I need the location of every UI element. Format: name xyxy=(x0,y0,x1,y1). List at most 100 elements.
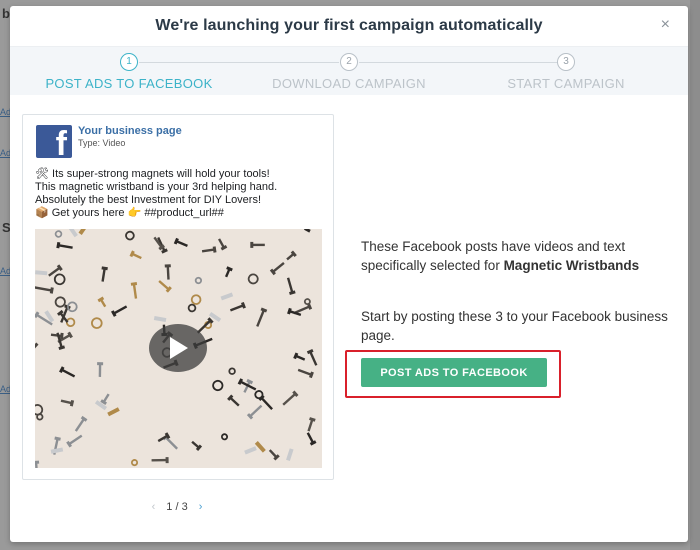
hardware-piece xyxy=(54,296,66,308)
step-label: POST ADS TO FACEBOOK xyxy=(45,76,213,91)
hardware-piece xyxy=(125,230,135,241)
hardware-piece xyxy=(157,432,171,443)
hardware-piece xyxy=(74,415,88,432)
prev-arrow-icon[interactable]: ‹ xyxy=(144,501,164,513)
step-label: START CAMPAIGN xyxy=(507,76,625,91)
hardware-piece xyxy=(130,282,138,299)
post-pager: ‹ 1 / 3 › xyxy=(22,501,332,513)
product-name: Magnetic Wristbands xyxy=(503,258,640,273)
post-ads-button[interactable]: POST ADS TO FACEBOOK xyxy=(361,358,547,387)
description-text: These Facebook posts have videos and tex… xyxy=(361,237,676,275)
hardware-piece xyxy=(246,404,263,420)
hardware-piece xyxy=(66,434,83,448)
hardware-piece xyxy=(129,250,142,260)
page-indicator: 1 / 3 xyxy=(166,501,188,513)
page-name[interactable]: Your business page xyxy=(78,125,182,137)
hardware-piece xyxy=(282,390,299,406)
hardware-piece xyxy=(35,286,54,294)
hardware-piece xyxy=(36,413,44,421)
hardware-piece xyxy=(224,266,233,278)
hardware-piece xyxy=(212,379,224,392)
hardware-piece xyxy=(158,280,172,293)
hardware-piece xyxy=(35,460,40,468)
step-number: 1 xyxy=(120,53,138,71)
hardware-piece xyxy=(153,316,167,323)
modal-title: We're launching your first campaign auto… xyxy=(155,17,543,34)
hardware-piece xyxy=(287,307,302,317)
facebook-post-preview: f Your business page Type: Video 🛠 Its s… xyxy=(22,114,334,480)
step-post-ads: 1 POST ADS TO FACEBOOK xyxy=(19,53,239,91)
hardware-piece xyxy=(173,237,188,248)
hardware-piece xyxy=(191,440,203,451)
campaign-modal: We're launching your first campaign auto… xyxy=(10,6,688,542)
hardware-piece xyxy=(250,241,265,248)
hardware-piece xyxy=(54,230,63,238)
close-icon[interactable]: × xyxy=(661,17,670,33)
hardware-piece xyxy=(130,459,139,467)
instruction-text: Start by posting these 3 to your Faceboo… xyxy=(361,309,668,343)
hardware-piece xyxy=(78,229,89,235)
step-label: DOWNLOAD CAMPAIGN xyxy=(272,76,426,91)
hardware-piece xyxy=(35,270,48,276)
hardware-piece xyxy=(304,229,318,233)
hardware-piece xyxy=(256,307,268,327)
play-icon xyxy=(170,337,188,359)
hardware-piece xyxy=(151,457,169,464)
background-right-edge xyxy=(690,0,700,550)
hardware-piece xyxy=(306,432,317,446)
hardware-piece xyxy=(286,277,296,295)
step-number: 3 xyxy=(557,53,575,71)
hardware-piece xyxy=(286,250,297,261)
hardware-piece xyxy=(269,262,285,276)
hardware-piece xyxy=(66,301,78,313)
hardware-piece xyxy=(221,433,228,441)
step-start-campaign: 3 START CAMPAIGN xyxy=(456,53,676,91)
hardware-piece xyxy=(244,446,257,455)
facebook-logo-icon: f xyxy=(36,125,72,158)
hardware-piece xyxy=(268,449,280,461)
hardware-piece xyxy=(91,317,103,329)
hardware-piece xyxy=(228,367,236,375)
video-thumbnail[interactable] xyxy=(35,229,322,468)
post-text: 🛠 Its super-strong magnets will hold you… xyxy=(35,168,327,220)
hardware-piece xyxy=(107,407,120,417)
background-letter: b xyxy=(2,6,10,21)
modal-header: We're launching your first campaign auto… xyxy=(10,6,688,47)
hardware-piece xyxy=(67,229,78,238)
hardware-piece xyxy=(110,305,128,317)
hardware-piece xyxy=(220,292,234,301)
hardware-piece xyxy=(286,448,294,461)
hardware-piece xyxy=(50,447,64,454)
post-text-line: 🛠 Its super-strong magnets will hold you… xyxy=(35,168,270,180)
hardware-piece xyxy=(201,246,217,253)
play-button[interactable] xyxy=(149,324,207,372)
next-arrow-icon[interactable]: › xyxy=(191,501,211,513)
hardware-piece xyxy=(101,266,108,282)
hardware-piece xyxy=(164,264,171,280)
post-type: Type: Video xyxy=(78,138,126,148)
hardware-piece xyxy=(306,348,318,366)
hardware-piece xyxy=(157,236,168,254)
progress-steps: 1 POST ADS TO FACEBOOK 2 DOWNLOAD CAMPAI… xyxy=(10,47,688,95)
hardware-piece xyxy=(297,368,314,379)
step-download-campaign: 2 DOWNLOAD CAMPAIGN xyxy=(239,53,459,91)
hardware-piece xyxy=(53,273,66,286)
hardware-piece xyxy=(56,241,73,249)
hardware-piece xyxy=(227,394,240,407)
hardware-piece xyxy=(100,393,110,405)
post-text-line: 📦 Get yours here 👉 ##product_url## xyxy=(35,207,224,219)
hardware-piece xyxy=(303,298,311,306)
hardware-piece xyxy=(218,238,228,251)
hardware-piece xyxy=(194,276,203,285)
hardware-piece xyxy=(307,417,316,432)
step-number: 2 xyxy=(340,53,358,71)
hardware-piece xyxy=(35,338,39,349)
post-text-line: This magnetic wristband is your 3rd help… xyxy=(35,181,278,193)
hardware-piece xyxy=(59,366,76,378)
hardware-piece xyxy=(65,317,76,328)
hardware-piece xyxy=(229,301,246,312)
hardware-piece xyxy=(254,441,266,453)
hardware-piece xyxy=(293,352,306,361)
hardware-piece xyxy=(60,399,75,407)
hardware-piece xyxy=(97,362,104,377)
